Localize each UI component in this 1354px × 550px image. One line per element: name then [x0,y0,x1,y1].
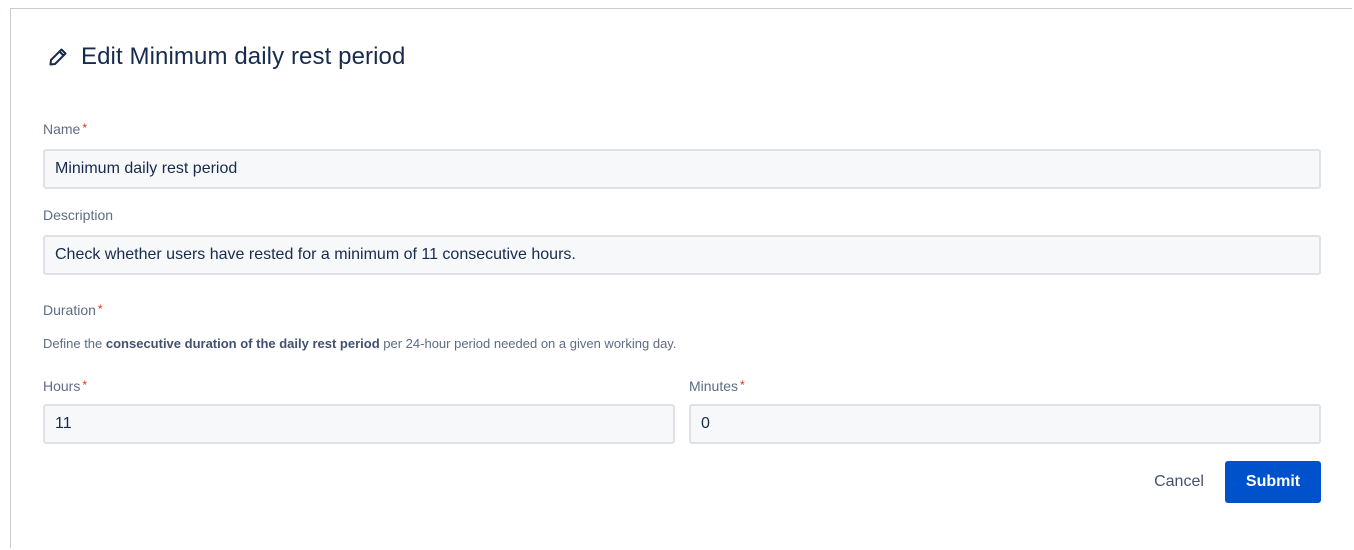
minutes-label-text: Minutes [689,378,739,394]
cancel-button[interactable]: Cancel [1141,461,1217,503]
hours-input-value: 11 [55,415,72,432]
duration-label: Duration * [43,302,103,318]
name-required-mark: * [82,121,88,135]
description-input[interactable]: Check whether users have rested for a mi… [43,235,1321,275]
name-input-value: Minimum daily rest period [55,160,238,177]
duration-help-text: Define the consecutive duration of the d… [43,336,676,351]
pencil-icon [47,46,69,68]
minutes-required-mark: * [740,378,745,392]
minutes-input-value: 0 [701,415,710,432]
edit-rule-dialog: Edit Minimum daily rest period Name * Min… [10,8,1352,548]
duration-help-bold: consecutive duration of the daily rest p… [105,336,380,351]
hours-label: Hours * [43,378,87,394]
duration-label-text: Duration [43,302,96,318]
description-label-text: Description [43,207,114,223]
hours-required-mark: * [82,378,88,392]
minutes-input[interactable]: 0 [689,404,1321,444]
dialog-header: Edit Minimum daily rest period [47,43,405,71]
hours-label-text: Hours [43,378,81,394]
duration-help-prefix: Define the [43,336,106,351]
name-label-text: Name [43,121,81,137]
minutes-label: Minutes * [689,378,745,394]
dialog-title: Edit Minimum daily rest period [81,43,406,70]
duration-required-mark: * [97,302,103,316]
description-input-value: Check whether users have rested for a mi… [55,246,576,263]
name-label: Name * [43,121,87,137]
hours-input[interactable]: 11 [43,404,675,444]
submit-button[interactable]: Submit [1225,461,1321,503]
name-input[interactable]: Minimum daily rest period [43,149,1321,189]
duration-help-suffix: per 24-hour period needed on a given wor… [379,336,677,351]
description-label: Description [43,207,113,223]
